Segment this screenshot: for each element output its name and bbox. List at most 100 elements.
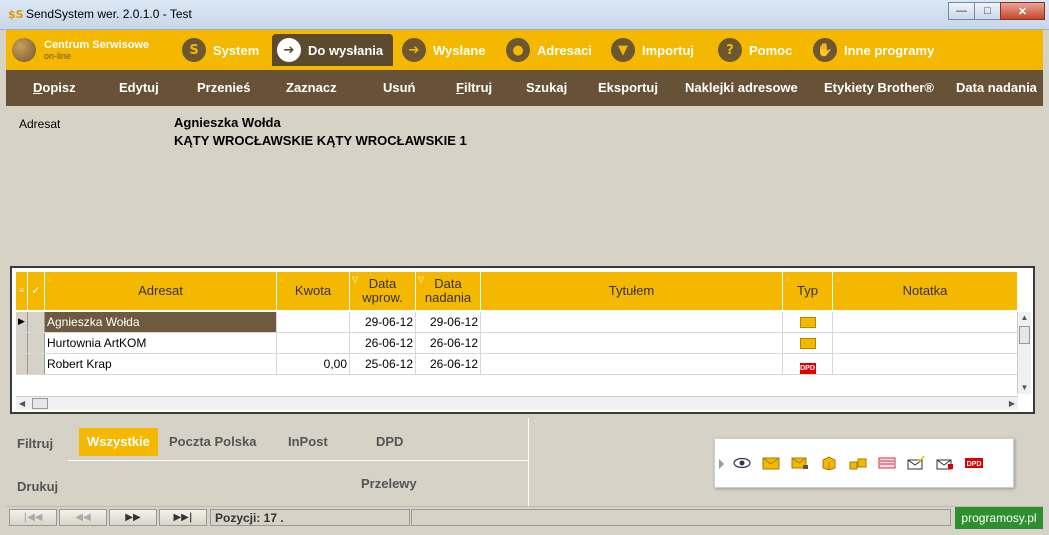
header-adresat[interactable]: ◌ Adresat (45, 272, 277, 310)
svg-text:DPD: DPD (967, 461, 982, 468)
cell-typ (783, 333, 833, 353)
cell-kwota (277, 312, 350, 332)
sort-icon: ◌ (785, 275, 790, 284)
tab-adresaci[interactable]: ● Adresaci (506, 34, 592, 66)
minimize-button[interactable]: — (948, 2, 975, 20)
scroll-left-icon[interactable]: ◀ (19, 397, 25, 410)
package-icon[interactable] (820, 456, 838, 470)
nav-first-button[interactable]: |◀◀ (9, 509, 57, 526)
scroll-up-icon[interactable]: ▲ (1018, 312, 1031, 324)
dopisz-button[interactable]: Dopisz (33, 80, 76, 95)
title-bar: $S SendSystem wer. 2.0.1.0 - Test — □ ✕ (0, 0, 1049, 30)
filter-tab-wszystkie[interactable]: Wszystkie (79, 428, 158, 456)
brand-tab[interactable]: Centrum Serwisowe on-line (12, 34, 172, 66)
dpd-icon[interactable]: DPD (965, 456, 983, 470)
label-sheet-icon[interactable] (878, 456, 896, 470)
envelope-icon (799, 338, 816, 349)
nav-last-button[interactable]: ▶▶| (159, 509, 207, 526)
envelope-list-icon[interactable] (791, 456, 809, 470)
tab-label: System (213, 42, 260, 58)
envelope-red-icon[interactable] (936, 456, 954, 470)
row-checkbox[interactable] (28, 312, 45, 332)
cell-data-nadania: 29-06-12 (416, 312, 481, 332)
scroll-thumb[interactable] (32, 398, 48, 409)
row-checkbox[interactable] (28, 333, 45, 353)
print-label: Drukuj (17, 479, 59, 494)
tab-pomoc[interactable]: ? Pomoc (718, 34, 792, 66)
zaznacz-button[interactable]: Zaznacz (286, 80, 337, 95)
header-notatka[interactable]: ◌ Notatka (833, 272, 1018, 310)
app-logo-icon: $S (8, 8, 24, 21)
tab-wyslane[interactable]: ➔ Wysłane (402, 34, 486, 66)
packages-icon[interactable] (849, 456, 867, 470)
cell-kwota (277, 333, 350, 353)
vertical-scrollbar[interactable]: ▲ ▼ (1017, 312, 1031, 394)
nav-prev-button[interactable]: ◀◀ (59, 509, 107, 526)
horizontal-scrollbar[interactable]: ◀ ▶ (16, 396, 1018, 410)
header-data-wprow[interactable]: ▽ Data wprow. (350, 272, 416, 310)
envelope-check-icon[interactable] (907, 456, 925, 470)
tab-system[interactable]: S System (182, 34, 259, 66)
brand-line2: on-line (44, 51, 72, 61)
tab-do-wyslania[interactable]: ➔ Do wysłania (272, 34, 394, 66)
nav-next-button[interactable]: ▶▶ (109, 509, 157, 526)
cell-adresat: Robert Krap (45, 354, 277, 374)
header-kwota[interactable]: ◌ Kwota (277, 272, 350, 310)
cell-adresat: Hurtownia ArtKOM (45, 333, 277, 353)
envelope-icon[interactable] (762, 456, 780, 470)
przenies-button[interactable]: Przenieś (197, 80, 250, 95)
tab-label: Pomoc (749, 42, 793, 58)
expand-arrow-icon[interactable] (719, 459, 724, 469)
edytuj-button[interactable]: Edytuj (119, 80, 159, 95)
tab-importuj[interactable]: ▼ Importuj (611, 34, 694, 66)
filtruj-button[interactable]: Filtruj (456, 80, 492, 95)
row-checkbox[interactable] (28, 354, 45, 374)
cell-data-wprow: 25-06-12 (350, 354, 416, 374)
cell-tytulem (481, 354, 783, 374)
header-check[interactable]: ✓ (28, 272, 45, 310)
cell-tytulem (481, 333, 783, 353)
header-typ[interactable]: ◌ Typ (783, 272, 833, 310)
detail-address: KĄTY WROCŁAWSKIE KĄTY WROCŁAWSKIE 1 (174, 133, 467, 148)
arrow-right-icon: ➔ (277, 38, 301, 62)
shipments-grid: ≡ ✓ ◌ Adresat ◌ Kwota ▽ Data wprow. ▽ Data nad… (10, 266, 1035, 414)
detail-name: Agnieszka Wołda (174, 115, 281, 130)
filter-panel: Filtruj Wszystkie Poczta Polska InPost D… (6, 418, 1043, 506)
data-nadania-button[interactable]: Data nadania (956, 80, 1037, 95)
naklejki-button[interactable]: Naklejki adresowe (685, 80, 798, 95)
etykiety-brother-button[interactable]: Etykiety Brother® (824, 80, 934, 95)
arrow-down-icon: ▼ (611, 38, 635, 62)
header-data-nadania[interactable]: ▽ Data nadania (416, 272, 481, 310)
cell-data-wprow: 26-06-12 (350, 333, 416, 353)
scroll-down-icon[interactable]: ▼ (1018, 382, 1031, 394)
table-row[interactable]: Robert Krap 0,00 25-06-12 26-06-12 DPD (16, 354, 1018, 375)
filter-tab-inpost[interactable]: InPost (280, 428, 336, 456)
close-button[interactable]: ✕ (1000, 2, 1045, 20)
preview-eye-icon[interactable] (733, 456, 751, 470)
dpd-icon: DPD (799, 363, 816, 374)
filter-tab-dpd[interactable]: DPD (368, 428, 411, 456)
scroll-thumb[interactable] (1019, 326, 1030, 344)
hand-icon: ✋ (813, 38, 837, 62)
detail-label: Adresat (19, 117, 61, 131)
header-tytulem[interactable]: Tytułem (481, 272, 783, 310)
help-icon: ? (718, 38, 742, 62)
action-toolbar: Dopisz Edytuj Przenieś Zaznacz Usuń Filt… (6, 70, 1043, 106)
maximize-button[interactable]: □ (974, 2, 1001, 20)
cell-typ (783, 312, 833, 332)
table-row[interactable]: Hurtownia ArtKOM 26-06-12 26-06-12 (16, 333, 1018, 354)
tab-label: Do wysłania (308, 42, 384, 58)
przelewy-label[interactable]: Przelewy (361, 476, 417, 491)
szukaj-button[interactable]: Szukaj (526, 80, 567, 95)
usun-button[interactable]: Usuń (383, 80, 416, 95)
filter-tab-poczta-polska[interactable]: Poczta Polska (161, 428, 264, 456)
status-bar: |◀◀ ◀◀ ▶▶ ▶▶| Pozycji: 17 . programosy.p… (6, 506, 1043, 529)
scroll-right-icon[interactable]: ▶ (1009, 397, 1015, 410)
tab-inne-programy[interactable]: ✋ Inne programy (813, 34, 934, 66)
sort-icon: ◌ (47, 275, 52, 284)
cell-typ: DPD (783, 354, 833, 374)
tab-label: Wysłane (433, 42, 486, 58)
eksportuj-button[interactable]: Eksportuj (598, 80, 658, 95)
table-row[interactable]: ▶ Agnieszka Wołda 29-06-12 29-06-12 (16, 312, 1018, 333)
tab-label: Inne programy (844, 42, 935, 58)
